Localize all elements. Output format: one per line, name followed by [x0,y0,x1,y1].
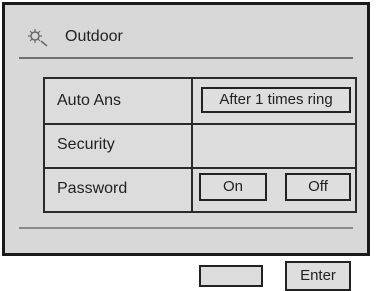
window-title: Outdoor [65,28,123,45]
password-input[interactable] [199,265,263,287]
enter-button[interactable]: Enter [285,261,351,291]
auto-answer-selector[interactable]: After 1 times ring [201,87,351,113]
settings-table: Auto Ans After 1 times ring Security On … [43,77,357,291]
auto-answer-label: Auto Ans [57,92,122,109]
security-label: Security [57,136,115,153]
auto-answer-row: Auto Ans After 1 times ring [45,79,355,125]
password-row: Password Enter [45,167,355,291]
security-row: Security On Off [45,123,355,201]
title-bar: Outdoor [19,19,363,55]
password-label: Password [57,180,128,197]
bottom-divider [19,227,353,229]
outdoor-settings-window: Outdoor Auto Ans After 1 times ring Secu… [2,2,370,291]
title-divider [19,57,353,59]
outdoor-gear-icon [25,25,53,49]
